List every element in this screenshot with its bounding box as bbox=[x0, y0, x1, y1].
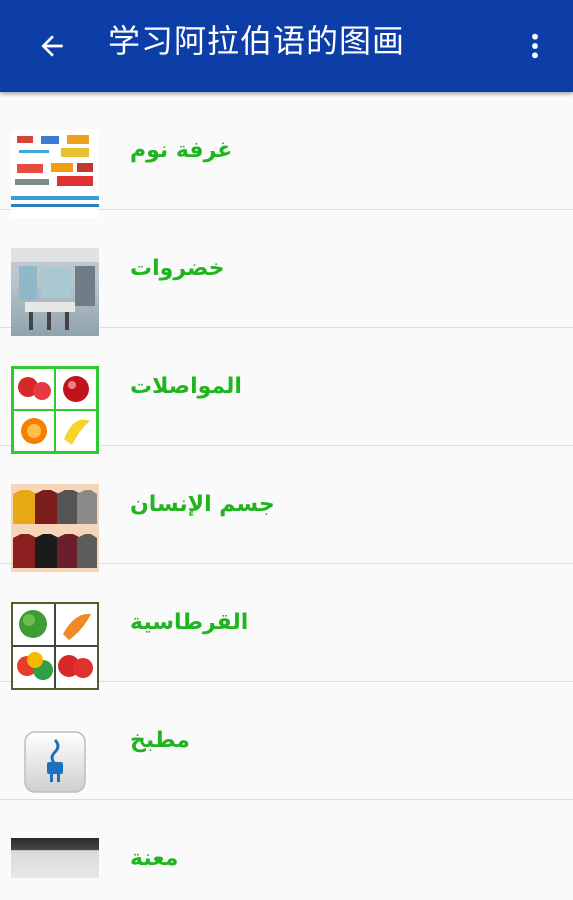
item-label: المواصلات bbox=[130, 374, 242, 399]
app-bar: 学习阿拉伯语的图画 bbox=[0, 0, 573, 92]
category-list: غرفة نوم خضروات المواصلات جسم الإنسان ال… bbox=[0, 92, 573, 900]
list-item[interactable]: معنة bbox=[0, 800, 573, 900]
list-item[interactable]: القرطاسية bbox=[0, 564, 573, 690]
item-label: مطبخ bbox=[130, 728, 190, 753]
list-item[interactable]: المواصلات bbox=[0, 328, 573, 454]
item-label: القرطاسية bbox=[130, 610, 249, 635]
list-item[interactable]: غرفة نوم bbox=[0, 92, 573, 218]
item-label: غرفة نوم bbox=[130, 138, 233, 163]
kitchen-image bbox=[11, 248, 99, 336]
list-item[interactable]: خضروات bbox=[0, 210, 573, 336]
item-label: معنة bbox=[130, 846, 179, 871]
page-title: 学习阿拉伯语的图画 bbox=[108, 22, 406, 60]
vehicles-image bbox=[11, 130, 99, 218]
power-plug-image bbox=[11, 720, 99, 808]
arrow-left-icon bbox=[41, 35, 63, 57]
overflow-menu-button[interactable] bbox=[515, 26, 555, 66]
tshirts-image bbox=[11, 484, 99, 572]
more-vert-icon bbox=[532, 33, 538, 59]
vegetables-image bbox=[11, 602, 99, 690]
list-item[interactable]: مطبخ bbox=[0, 682, 573, 800]
room-image bbox=[11, 838, 99, 878]
item-label: خضروات bbox=[130, 256, 225, 281]
fruits-image bbox=[11, 366, 99, 454]
list-item[interactable]: جسم الإنسان bbox=[0, 446, 573, 572]
item-label: جسم الإنسان bbox=[130, 492, 275, 517]
back-button[interactable] bbox=[32, 26, 72, 66]
